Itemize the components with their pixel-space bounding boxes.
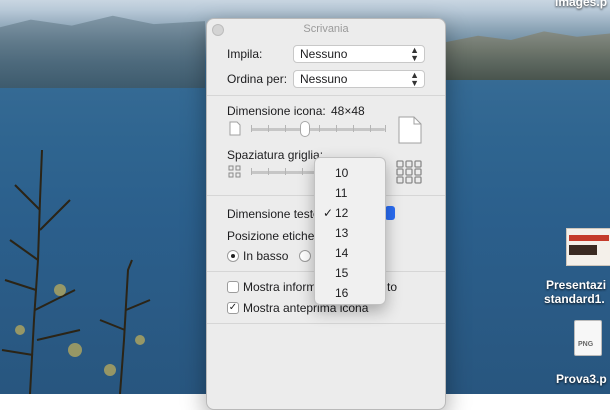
png-tag: PNG [578,341,594,348]
show-preview-checkbox[interactable]: ✓ [227,302,239,314]
menu-item-13[interactable]: 13 [315,223,385,243]
checkmark-icon: ✓ [228,302,238,313]
menu-item-14[interactable]: 14 [315,243,385,263]
large-grid-icon [396,160,422,184]
menu-item-15[interactable]: 15 [315,263,385,283]
radio-right[interactable] [299,250,311,262]
menu-item-11[interactable]: 11 [315,183,385,203]
small-document-icon [229,121,241,136]
impila-value: Nessuno [300,47,348,61]
desktop-file-label-prova3[interactable]: Prova3.p [556,372,607,386]
icon-size-value: 48×48 [331,104,365,118]
updown-chevron-icon: ▲ ▼ [410,45,419,63]
menu-item-16[interactable]: 16 [315,283,385,303]
large-document-icon [398,116,422,144]
desktop-file-label-images[interactable]: images.p [555,0,607,9]
panel-title: Scrivania [303,23,349,35]
mountain-ridge-right [445,31,610,80]
icon-size-label: Dimensione icona: [227,104,326,118]
menu-item-12[interactable]: ✓ 12 [315,203,385,223]
ordina-value: Nessuno [300,72,348,86]
menu-item-10[interactable]: 10 [315,163,385,183]
panel-titlebar: Scrivania [207,19,445,39]
label-position-label: Posizione etichet [227,229,318,243]
show-info-checkbox[interactable] [227,281,239,293]
grid-spacing-label: Spaziatura griglia: [227,148,324,162]
pine-tree-silhouette [1,149,151,394]
close-button[interactable] [212,24,224,36]
desktop-file-label-presentation-line1[interactable]: Presentazi [546,278,606,292]
desktop-file-label-presentation-line2[interactable]: standard1. [544,292,605,306]
show-info-label: Mostra inform [243,280,317,294]
text-size-label: Dimensione testo [227,207,320,221]
impila-label: Impila: [227,47,263,61]
ordina-select[interactable]: Nessuno ▲ ▼ [293,70,425,88]
small-grid-icon [228,165,241,178]
show-info-label-suffix: to [387,280,398,294]
ordina-label: Ordina per: [227,72,288,86]
text-size-dropdown-menu: 10 11 ✓ 12 13 14 15 16 [314,157,386,305]
radio-bottom-label: In basso [243,249,289,263]
separator [207,95,445,96]
radio-bottom[interactable] [227,250,239,262]
icon-size-slider-knob[interactable] [299,121,310,137]
text-size-select-stepper[interactable] [385,206,395,220]
png-file-icon[interactable]: PNG [574,320,602,356]
updown-chevron-icon: ▲ ▼ [410,70,419,88]
presentation-file-icon[interactable] [566,228,610,266]
mountain-ridge-left [0,15,205,88]
checkmark-icon: ✓ [323,206,334,220]
separator [207,323,445,324]
impila-select[interactable]: Nessuno ▲ ▼ [293,45,425,63]
